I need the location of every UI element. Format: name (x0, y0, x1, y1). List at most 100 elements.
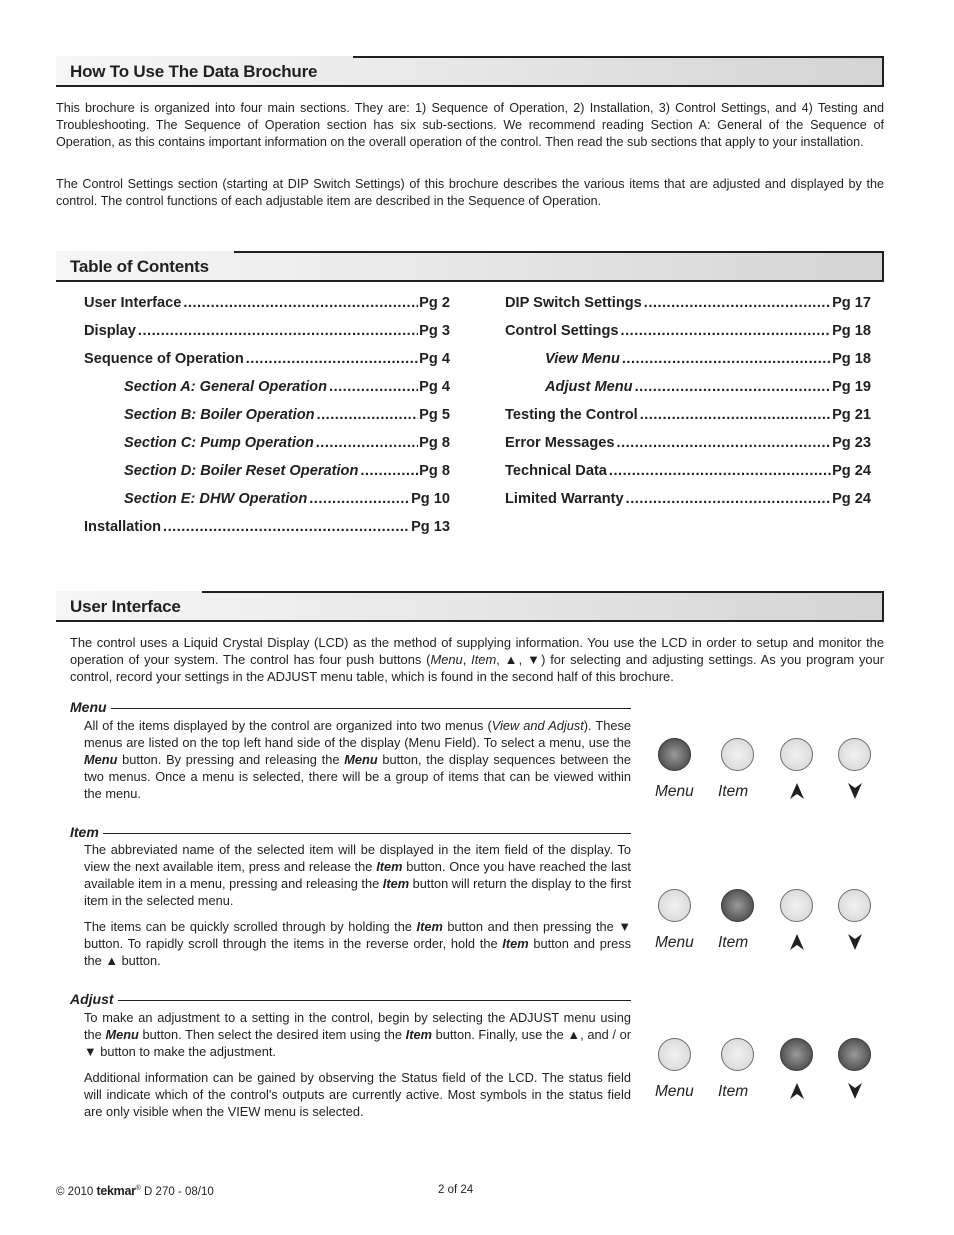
toc-leader-dots (317, 407, 419, 423)
section-header-user-interface: User Interface (56, 591, 884, 622)
button-diagram-menu: Menu Item (655, 738, 875, 818)
toc-entry-label: Installation (84, 519, 164, 535)
toc-entry[interactable]: Testing the Control Pg 21 (505, 407, 871, 435)
toc-leader-dots (246, 351, 418, 367)
toc-leader-dots (316, 435, 418, 451)
toc-entry[interactable]: Control Settings Pg 18 (505, 323, 871, 351)
toc-entry[interactable]: Adjust Menu Pg 19 (505, 379, 871, 407)
toc-entry-page: Pg 24 (831, 491, 871, 507)
toc-entry[interactable]: Section B: Boiler Operation Pg 5 (84, 407, 450, 435)
page-number: 2 of 24 (438, 1184, 474, 1196)
intro-item-ref: Item (471, 652, 497, 667)
toc-entry-page: Pg 21 (831, 407, 871, 423)
toc-entry-label: Section D: Boiler Reset Operation (124, 463, 361, 479)
subheading-label: Item (70, 824, 99, 840)
toc-entry-label: Control Settings (505, 323, 621, 339)
item-paragraph-1: The abbreviated name of the selected ite… (84, 842, 632, 908)
subheading-rule (102, 833, 631, 834)
toc-entry-label: Adjust Menu (545, 379, 635, 395)
toc-entry-page: Pg 10 (410, 491, 450, 507)
toc-entry-page: Pg 2 (418, 295, 450, 311)
intro-sep: , (462, 652, 472, 667)
toc-entry-label: Section C: Pump Operation (124, 435, 316, 451)
toc-leader-dots (183, 295, 418, 311)
intro-menu-ref: Menu (430, 652, 463, 667)
down-triangle-icon: ▼ (527, 652, 542, 667)
item-paragraph-2: The items can be quickly scrolled throug… (84, 919, 632, 968)
menu-button[interactable] (658, 738, 691, 771)
toc-entry[interactable]: DIP Switch Settings Pg 17 (505, 295, 871, 323)
item-button[interactable] (721, 1038, 754, 1071)
up-triangle-icon: ▲ (504, 652, 519, 667)
item-button[interactable] (721, 738, 754, 771)
toc-leader-dots (621, 323, 832, 339)
subheading-adjust: Adjust (70, 991, 631, 1007)
toc-entry-page: Pg 18 (831, 351, 871, 367)
menu-button[interactable] (658, 1038, 691, 1071)
toc-leader-dots (138, 323, 418, 339)
document-code: D 270 - 08/10 (144, 1186, 214, 1198)
toc-entry[interactable]: Section D: Boiler Reset Operation Pg 8 (84, 463, 450, 491)
toc-entry-label: User Interface (84, 295, 184, 311)
toc-entry-page: Pg 13 (410, 519, 450, 535)
toc-entry[interactable]: Display Pg 3 (84, 323, 450, 351)
toc-leader-dots (609, 463, 831, 479)
section-title: User Interface (70, 597, 181, 616)
toc-entry[interactable]: Section E: DHW Operation Pg 10 (84, 491, 450, 519)
menu-button-label: Menu (655, 934, 694, 951)
up-button[interactable] (780, 889, 813, 922)
subheading-rule (117, 1000, 631, 1001)
toc-entry-page: Pg 18 (831, 323, 871, 339)
subheading-label: Adjust (70, 991, 114, 1007)
subheading-menu: Menu (70, 699, 631, 715)
toc-entry[interactable]: Installation Pg 13 (84, 519, 450, 547)
toc-entry-label: DIP Switch Settings (505, 295, 644, 311)
up-button[interactable] (780, 1038, 813, 1071)
adjust-paragraph-2: Additional information can be gained by … (84, 1070, 631, 1119)
brand-logo: tekmar (96, 1184, 136, 1198)
toc-entry[interactable]: Error Messages Pg 23 (505, 435, 871, 463)
up-arrow-icon (790, 783, 804, 799)
toc-entry[interactable]: Section C: Pump Operation Pg 8 (84, 435, 450, 463)
toc-entry-page: Pg 8 (418, 463, 450, 479)
header-top-rule (353, 56, 882, 58)
menu-button-label: Menu (655, 783, 694, 800)
toc-entry[interactable]: Technical Data Pg 24 (505, 463, 871, 491)
toc-leader-dots (360, 463, 418, 479)
toc-leader-dots (617, 435, 832, 451)
button-diagram-up-down: Menu Item (655, 1038, 875, 1118)
menu-paragraph: All of the items displayed by the contro… (84, 718, 631, 801)
toc-entry[interactable]: Section A: General Operation Pg 4 (84, 379, 450, 407)
intro-sep: , (518, 652, 528, 667)
up-arrow-icon (790, 1083, 804, 1099)
how-to-use-paragraph-1: This brochure is organized into four mai… (56, 101, 884, 149)
up-arrow-icon (790, 934, 804, 950)
registered-mark: ® (135, 1185, 141, 1193)
toc-leader-dots (644, 295, 831, 311)
down-button[interactable] (838, 1038, 871, 1071)
toc-entry-label: Section A: General Operation (124, 379, 330, 395)
toc-entry[interactable]: Sequence of Operation Pg 4 (84, 351, 450, 379)
toc-entry[interactable]: View Menu Pg 18 (505, 351, 871, 379)
toc-entry-label: Section B: Boiler Operation (124, 407, 317, 423)
toc-leader-dots (622, 351, 831, 367)
down-button[interactable] (838, 738, 871, 771)
toc-entry-page: Pg 8 (418, 435, 450, 451)
toc-left-column: User Interface Pg 2 Display Pg 3 Sequence of… (84, 295, 450, 547)
toc-entry-label: Technical Data (505, 463, 609, 479)
section-header-how-to-use: How To Use The Data Brochure (56, 56, 884, 87)
button-diagram-item: Menu Item (655, 889, 875, 969)
item-button[interactable] (721, 889, 754, 922)
toc-entry[interactable]: User Interface Pg 2 (84, 295, 450, 323)
toc-entry[interactable]: Limited Warranty Pg 24 (505, 491, 871, 519)
up-button[interactable] (780, 738, 813, 771)
menu-button[interactable] (658, 889, 691, 922)
toc-entry-label: Display (84, 323, 138, 339)
toc-leader-dots (635, 379, 832, 395)
toc-entry-label: View Menu (545, 351, 622, 367)
toc-entry-label: Testing the Control (505, 407, 640, 423)
down-arrow-icon (848, 934, 862, 950)
section-header-toc: Table of Contents (56, 251, 884, 282)
down-button[interactable] (838, 889, 871, 922)
item-button-label: Item (718, 934, 749, 951)
